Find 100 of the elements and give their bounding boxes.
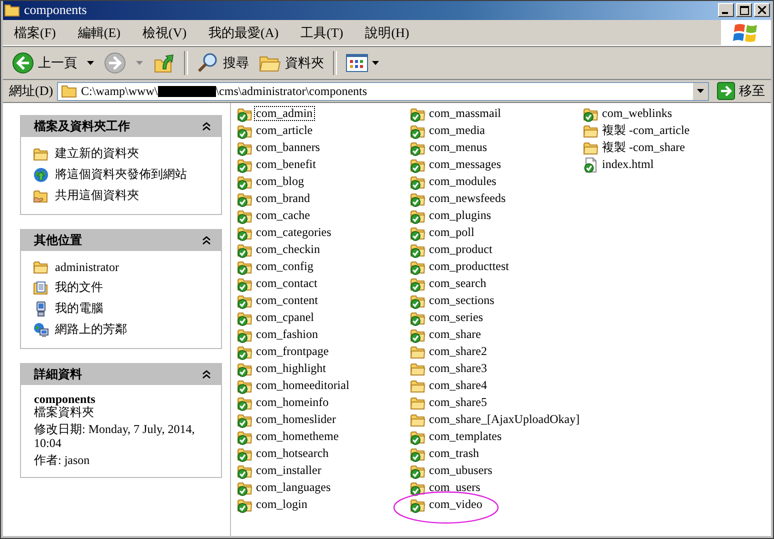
file-name[interactable]: com_cache	[254, 208, 312, 223]
checked-folder-icon	[410, 428, 426, 444]
file-name[interactable]: com_product	[427, 242, 494, 257]
caret-icon	[372, 61, 379, 65]
caret-icon[interactable]	[87, 61, 94, 65]
file-name[interactable]: com_series	[427, 310, 485, 325]
file-name[interactable]: com_share3	[427, 361, 489, 376]
folder-icon	[33, 259, 49, 275]
file-name[interactable]: com_modules	[427, 174, 498, 189]
file-name[interactable]: com_homeinfo	[254, 395, 331, 410]
file-name[interactable]: com_admin	[254, 106, 315, 121]
close-button[interactable]	[754, 3, 770, 17]
checked-folder-icon	[237, 122, 253, 138]
maximize-icon	[740, 6, 748, 14]
file-name[interactable]: com_share2	[427, 344, 489, 359]
file-name[interactable]: com_search	[427, 276, 488, 291]
file-name[interactable]: com_frontpage	[254, 344, 331, 359]
folder-icon	[4, 3, 20, 17]
file-name[interactable]: com_contact	[254, 276, 320, 291]
file-name[interactable]: com_sections	[427, 293, 496, 308]
menu-item[interactable]: 編輯(E)	[70, 22, 128, 44]
file-name[interactable]: 複製 -com_share	[600, 140, 687, 155]
file-name[interactable]: com_categories	[254, 225, 334, 240]
checked-folder-icon	[237, 428, 253, 444]
collapse-icon[interactable]	[202, 370, 211, 378]
author-text: 作者: jason	[34, 454, 91, 467]
file-name[interactable]: com_ubusers	[427, 463, 494, 478]
file-name[interactable]: com_plugins	[427, 208, 493, 223]
file-name[interactable]: com_trash	[427, 446, 481, 461]
task-link[interactable]: administrator	[55, 260, 119, 274]
file-name[interactable]: com_menus	[427, 140, 489, 155]
file-name[interactable]: com_homeslider	[254, 412, 338, 427]
collapse-icon[interactable]	[202, 236, 211, 244]
menu-item[interactable]: 檢視(V)	[136, 22, 194, 44]
new-folder-icon	[33, 146, 49, 162]
file-name[interactable]: com_highlight	[254, 361, 328, 376]
file-name[interactable]: com_homeeditorial	[254, 378, 352, 393]
checked-folder-icon	[237, 106, 253, 122]
task-link[interactable]: 網路上的芳鄰	[55, 321, 127, 338]
task-link[interactable]: 我的電腦	[55, 300, 103, 317]
file-name[interactable]: com_banners	[254, 140, 322, 155]
maximize-button[interactable]	[736, 3, 752, 17]
search-button[interactable]: 搜尋	[194, 50, 252, 76]
shared-folder-icon	[33, 188, 49, 204]
file-name[interactable]: com_producttest	[427, 259, 511, 274]
file-name[interactable]: com_users	[427, 480, 482, 495]
file-name[interactable]: com_share5	[427, 395, 489, 410]
folder-icon	[410, 344, 426, 360]
minimize-button[interactable]	[718, 3, 734, 17]
address-field[interactable]: C:\wamp\www\ \cms\administrator\components	[57, 82, 709, 100]
task-link[interactable]: 將這個資料夾發佈到網站	[55, 166, 187, 183]
globe-icon	[33, 166, 49, 182]
panel-header[interactable]: 檔案及資料夾工作	[21, 115, 221, 137]
panel-header[interactable]: 其他位置	[21, 229, 221, 251]
folders-button[interactable]: 資料夾	[256, 51, 327, 75]
file-name[interactable]: com_weblinks	[600, 106, 674, 121]
panel-header[interactable]: 詳細資料	[21, 363, 221, 385]
checked-folder-icon	[410, 496, 426, 512]
checked-folder-icon	[237, 326, 253, 342]
checked-folder-icon	[410, 190, 426, 206]
task-link[interactable]: 共用這個資料夾	[55, 187, 139, 204]
views-button[interactable]	[343, 52, 382, 74]
file-name[interactable]: com_massmail	[427, 106, 503, 121]
file-name[interactable]: com_blog	[254, 174, 306, 189]
menu-item[interactable]: 工具(T)	[294, 22, 350, 44]
file-name[interactable]: com_hometheme	[254, 429, 341, 444]
collapse-icon[interactable]	[202, 122, 211, 130]
dropdown-button[interactable]	[692, 82, 708, 100]
file-name[interactable]: com_fashion	[254, 327, 320, 342]
task-link[interactable]: 建立新的資料夾	[55, 145, 139, 162]
file-name[interactable]: com_poll	[427, 225, 476, 240]
file-name[interactable]: com_share	[427, 327, 483, 342]
file-name[interactable]: com_article	[254, 123, 315, 138]
folder-icon	[410, 360, 426, 376]
file-name[interactable]: com_config	[254, 259, 316, 274]
file-name[interactable]: com_newsfeeds	[427, 191, 508, 206]
go-button[interactable]: 移至	[713, 82, 771, 100]
file-name[interactable]: com_content	[254, 293, 320, 308]
views-icon	[346, 54, 368, 72]
file-name[interactable]: com_benefit	[254, 157, 318, 172]
file-name[interactable]: com_cpanel	[254, 310, 316, 325]
file-name[interactable]: index.html	[600, 157, 656, 172]
file-name[interactable]: com_share_[AjaxUploadOkay]	[427, 412, 582, 427]
file-name[interactable]: com_brand	[254, 191, 312, 206]
file-name[interactable]: com_languages	[254, 480, 333, 495]
menu-item[interactable]: 我的最愛(A)	[202, 22, 286, 44]
file-name[interactable]: com_share4	[427, 378, 489, 393]
menu-item[interactable]: 檔案(F)	[7, 22, 63, 44]
file-name[interactable]: com_installer	[254, 463, 324, 478]
menu-item[interactable]: 說明(H)	[358, 22, 416, 44]
file-name[interactable]: com_media	[427, 123, 487, 138]
file-name[interactable]: com_login	[254, 497, 310, 512]
file-name[interactable]: com_hotsearch	[254, 446, 331, 461]
file-name[interactable]: com_messages	[427, 157, 503, 172]
file-name[interactable]: 複製 -com_article	[600, 123, 692, 138]
checked-folder-icon	[410, 310, 426, 326]
back-button[interactable]: 上一頁	[9, 50, 80, 76]
file-name[interactable]: com_templates	[427, 429, 504, 444]
file-name[interactable]: com_checkin	[254, 242, 322, 257]
task-link[interactable]: 我的文件	[55, 279, 103, 296]
